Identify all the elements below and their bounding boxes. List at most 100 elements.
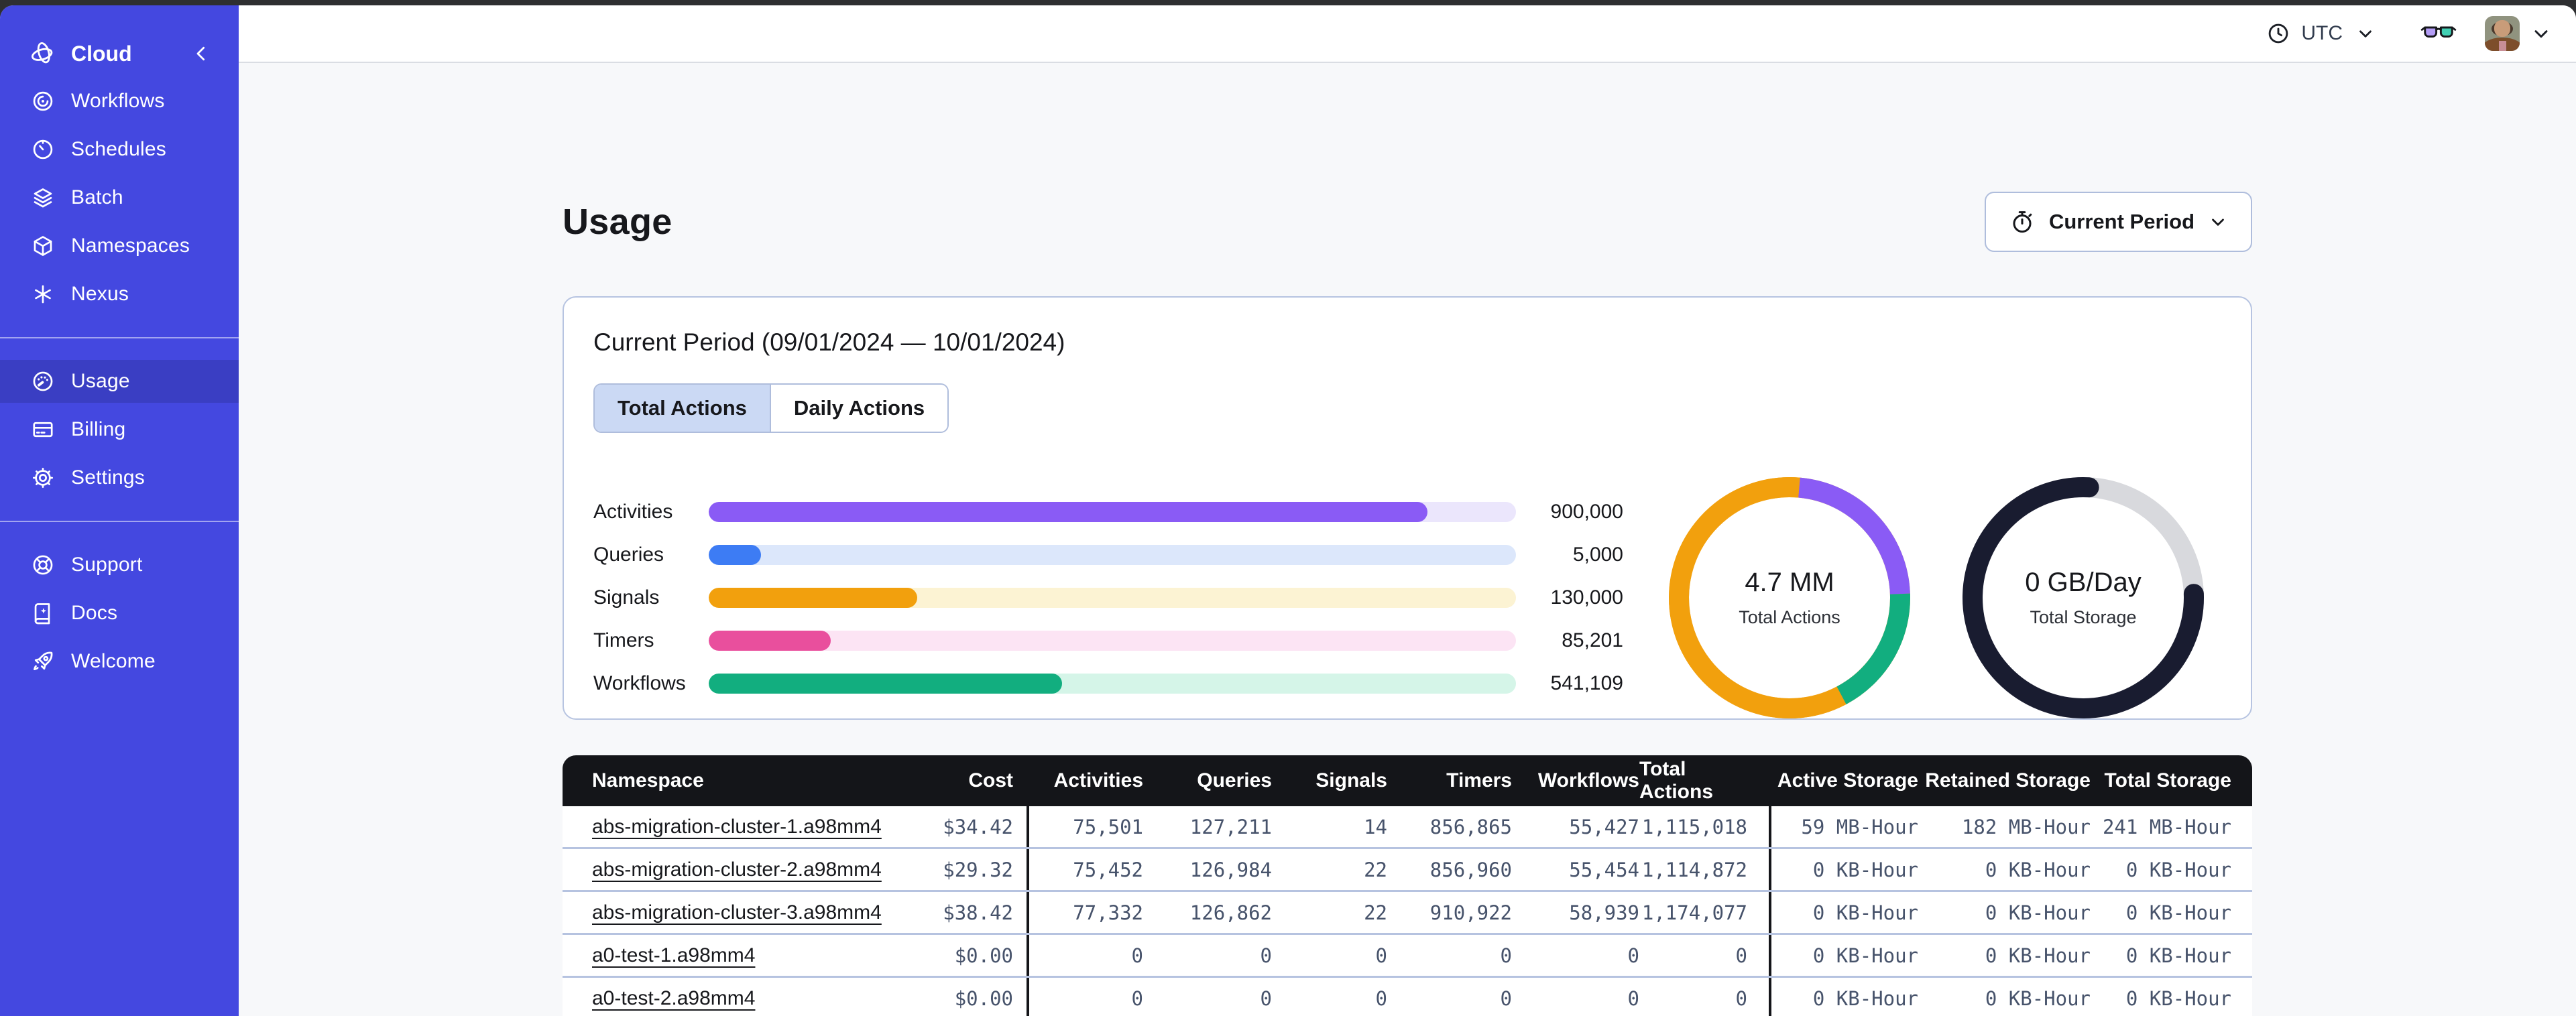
cell-retained-storage: 182 MB-Hour (1961, 815, 2091, 838)
cell-workflows: 0 (1627, 987, 1639, 1010)
welcome-icon (30, 648, 56, 675)
clock-icon (2265, 20, 2292, 47)
cell-total-actions: 1,114,872 (1641, 858, 1747, 881)
bar-value: 130,000 (1550, 586, 1623, 609)
cell-workflows: Workflows (1537, 769, 1639, 792)
table-row: a0-test-2.a98mm4 $0.00 0 0 0 0 0 0 0 KB-Hour 0 KB… (563, 978, 2252, 1016)
topbar: UTC (239, 5, 2576, 63)
bar-row-workflows: Workflows 541,109 (593, 662, 1623, 705)
chevron-down-icon (2352, 20, 2379, 47)
sidebar-item-batch[interactable]: Batch (0, 176, 239, 219)
namespace-link[interactable]: a0-test-2.a98mm4 (592, 987, 755, 1010)
usage-icon (30, 368, 56, 395)
cell-queries: 126,984 (1189, 858, 1272, 881)
namespace-link[interactable]: a0-test-1.a98mm4 (592, 944, 755, 967)
cell-signals: 22 (1364, 858, 1387, 881)
cell-queries: 126,862 (1189, 901, 1272, 924)
cell-namespace: abs-migration-cluster-2.a98mm4 (563, 849, 911, 890)
donut-value: 4.7 MM (1745, 568, 1834, 598)
bar-track (709, 674, 1516, 694)
sidebar-collapse-icon[interactable] (188, 40, 215, 67)
cell-activities: 75,501 (1073, 815, 1143, 838)
cell-timers: 856,865 (1429, 815, 1512, 838)
cell-activities: Activities (1053, 769, 1143, 792)
sidebar-item-schedules[interactable]: Schedules (0, 128, 239, 171)
sidebar: Cloud Workflows Schedules Batch Namespaces N… (0, 5, 239, 1016)
bar-row-activities: Activities 900,000 (593, 491, 1623, 533)
sidebar-item-billing[interactable]: Billing (0, 408, 239, 451)
temporal-logo-icon (30, 40, 56, 67)
cell-queries: Queries (1197, 769, 1272, 792)
namespace-link[interactable]: abs-migration-cluster-3.a98mm4 (592, 901, 882, 924)
cell-cost: $38.42 (943, 901, 1013, 924)
sidebar-item-support[interactable]: Support (0, 544, 239, 586)
tab-total-actions[interactable]: Total Actions (595, 385, 771, 432)
bar-label: Activities (593, 501, 673, 523)
cell-cost: Cost (968, 769, 1013, 792)
period-selector-button[interactable]: Current Period (1984, 192, 2252, 253)
sidebar-item-namespaces[interactable]: Namespaces (0, 225, 239, 267)
sidebar-item-label: Workflows (71, 90, 165, 112)
cell-retained-storage: 0 KB-Hour (1985, 858, 2091, 881)
sidebar-item-label: Nexus (71, 283, 129, 305)
donut-total-storage: 0 GB/Day Total Storage (1956, 470, 2211, 725)
usage-bar-chart: Activities 900,000 Queries 5,000 Signals 130,… (593, 491, 1623, 705)
donut-value: 0 GB/Day (2025, 568, 2142, 598)
cell-active-storage: Active Storage (1777, 769, 1918, 792)
cell-total-actions: 1,174,077 (1641, 901, 1747, 924)
bar-fill (709, 502, 1427, 523)
donut-label: Total Storage (2030, 607, 2137, 628)
sidebar-item-label: Usage (71, 370, 130, 392)
bar-value: 5,000 (1572, 544, 1623, 566)
cell-retained-storage: 0 KB-Hour (1985, 944, 2091, 967)
period-selector-label: Current Period (2048, 210, 2194, 234)
settings-icon (30, 464, 56, 491)
cell-activities: 77,332 (1073, 901, 1143, 924)
bar-value: 85,201 (1562, 629, 1623, 652)
namespace-link[interactable]: abs-migration-cluster-1.a98mm4 (592, 816, 882, 838)
namespace-link[interactable]: abs-migration-cluster-2.a98mm4 (592, 859, 882, 881)
timezone-selector[interactable]: UTC (2265, 20, 2379, 47)
sidebar-item-docs[interactable]: Docs (0, 592, 239, 635)
cell-timers: 0 (1500, 987, 1512, 1010)
cell-total-actions: 0 (1735, 944, 1747, 967)
cell-active-storage: 0 KB-Hour (1812, 858, 1918, 881)
account-menu-chevron-icon[interactable] (2530, 23, 2552, 44)
cell-workflows: 0 (1627, 944, 1639, 967)
sidebar-item-welcome[interactable]: Welcome (0, 640, 239, 683)
sidebar-item-label: Namespaces (71, 235, 190, 257)
cell-namespace: abs-migration-cluster-1.a98mm4 (563, 806, 911, 847)
cell-namespace: abs-migration-cluster-3.a98mm4 (563, 892, 911, 933)
cell-signals: 22 (1364, 901, 1387, 924)
cell-cost: $34.42 (943, 815, 1013, 838)
workflows-icon (30, 88, 56, 115)
cell-total-storage: 0 KB-Hour (2125, 858, 2231, 881)
cell-signals: Signals (1315, 769, 1387, 792)
batch-icon (30, 184, 56, 211)
sidebar-item-settings[interactable]: Settings (0, 456, 239, 499)
avatar[interactable] (2485, 16, 2520, 51)
bar-row-signals: Signals 130,000 (593, 576, 1623, 619)
sidebar-item-label: Settings (71, 466, 145, 489)
card-title: Current Period (09/01/2024 — 10/01/2024) (593, 328, 1065, 357)
table-row: abs-migration-cluster-1.a98mm4 $34.42 75,5… (563, 806, 2252, 850)
cell-total-storage: 241 MB-Hour (2102, 815, 2231, 838)
bar-label: Timers (593, 629, 654, 652)
sidebar-item-nexus[interactable]: Nexus (0, 273, 239, 316)
usage-donuts: 4.7 MM Total Actions 0 GB/Day Total Storage (1623, 470, 2211, 725)
cell-total-storage: Total Storage (2104, 769, 2231, 792)
sidebar-item-usage[interactable]: Usage (0, 360, 239, 403)
sidebar-item-workflows[interactable]: Workflows (0, 80, 239, 123)
sidebar-brand: Cloud (0, 32, 239, 75)
support-icon (30, 552, 56, 578)
cell-timers: 0 (1500, 944, 1512, 967)
feedback-glasses-button[interactable] (2420, 22, 2457, 45)
table-row: abs-migration-cluster-2.a98mm4 $29.32 75,4… (563, 849, 2252, 893)
tab-daily-actions[interactable]: Daily Actions (770, 385, 948, 432)
docs-icon (30, 600, 56, 627)
cell-active-storage: 0 KB-Hour (1812, 901, 1918, 924)
page-title: Usage (563, 202, 672, 243)
bar-row-queries: Queries 5,000 (593, 533, 1623, 576)
bar-value: 541,109 (1550, 672, 1623, 695)
sidebar-item-label: Welcome (71, 650, 156, 672)
